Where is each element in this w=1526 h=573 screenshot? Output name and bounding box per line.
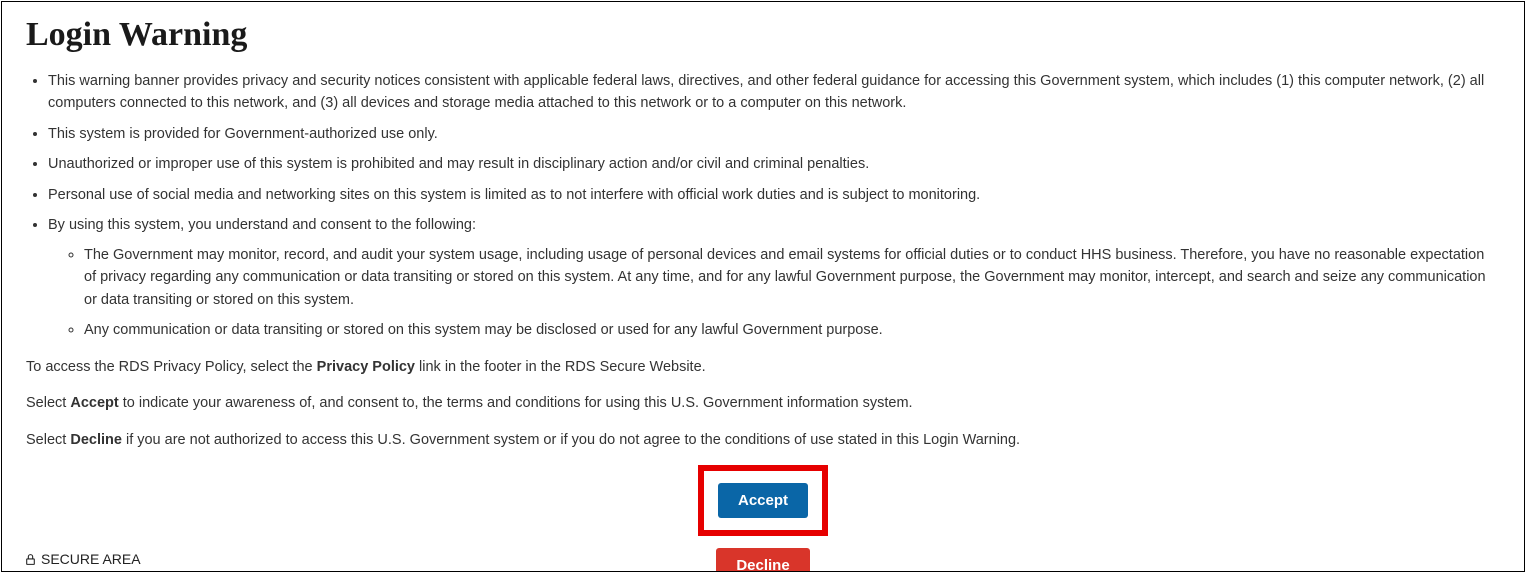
list-item: Any communication or data transiting or … (84, 319, 1500, 341)
accept-button[interactable]: Accept (718, 483, 808, 518)
warning-list: This warning banner provides privacy and… (26, 70, 1500, 342)
list-item: This warning banner provides privacy and… (48, 70, 1500, 115)
list-item-text: By using this system, you understand and… (48, 217, 476, 233)
accept-paragraph: Select Accept to indicate your awareness… (26, 392, 1500, 414)
text: link in the footer in the RDS Secure Web… (415, 359, 706, 375)
text: if you are not authorized to access this… (122, 432, 1020, 448)
page-title: Login Warning (26, 16, 1500, 54)
text: to indicate your awareness of, and conse… (119, 395, 913, 411)
warning-sublist: The Government may monitor, record, and … (48, 244, 1500, 342)
list-item: Personal use of social media and network… (48, 184, 1500, 206)
login-warning-panel: Login Warning This warning banner provid… (1, 1, 1525, 572)
decline-button[interactable]: Decline (716, 548, 809, 572)
list-item: By using this system, you understand and… (48, 214, 1500, 341)
secure-area-indicator: SECURE AREA (24, 551, 141, 567)
text: Select (26, 432, 70, 448)
text: To access the RDS Privacy Policy, select… (26, 359, 317, 375)
secure-area-label: SECURE AREA (41, 551, 141, 567)
text: Select (26, 395, 70, 411)
button-group: Accept Decline (26, 465, 1500, 572)
accept-bold: Accept (70, 395, 118, 411)
list-item: The Government may monitor, record, and … (84, 244, 1500, 311)
list-item: Unauthorized or improper use of this sys… (48, 153, 1500, 175)
decline-bold: Decline (70, 432, 122, 448)
lock-icon (24, 553, 37, 566)
list-item: This system is provided for Government-a… (48, 123, 1500, 145)
privacy-policy-bold: Privacy Policy (317, 359, 415, 375)
accept-highlight-box: Accept (698, 465, 828, 536)
decline-paragraph: Select Decline if you are not authorized… (26, 429, 1500, 451)
privacy-paragraph: To access the RDS Privacy Policy, select… (26, 356, 1500, 378)
